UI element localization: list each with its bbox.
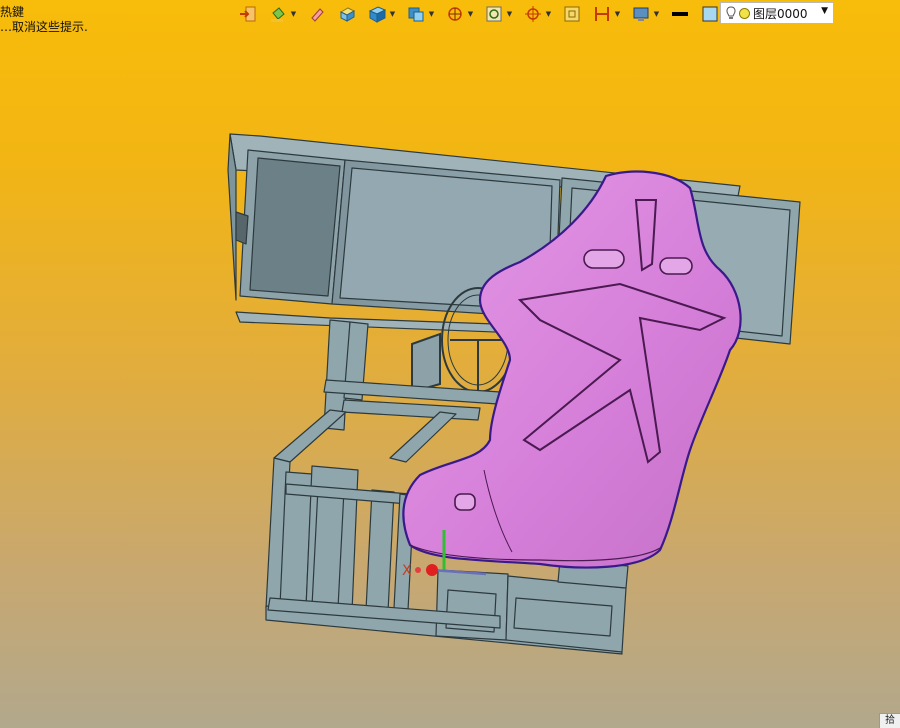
zoom-window-button[interactable] (562, 3, 582, 25)
measure-icon (595, 7, 609, 21)
lightbulb-icon (726, 6, 736, 19)
layer-name: 图层0000 (753, 6, 808, 21)
axis-label-x: X (402, 563, 412, 579)
import-button[interactable] (238, 3, 258, 25)
pan-target-icon (525, 6, 541, 22)
import-icon (240, 6, 256, 22)
hotkey-hint: 热鍵 …取消这些提示. (0, 5, 88, 35)
zoom-window-icon (564, 6, 580, 22)
view-toolbar: ▼ ▼ ▼ ▼ ▼ ▼ ▼ ▼ (238, 2, 759, 26)
zoom-fit-dropdown[interactable]: ▼ (506, 3, 513, 25)
fill-color-icon (702, 6, 718, 22)
chevron-down-icon[interactable]: ▼ (821, 6, 828, 16)
paint-bucket-icon (271, 7, 285, 22)
hint-line-1: 热鍵 (0, 5, 25, 19)
layer-selector[interactable]: 图层0000 ▼ (720, 2, 834, 24)
corner-tab[interactable]: 拾 (879, 713, 900, 728)
pan-target-button[interactable] (523, 3, 543, 25)
box-shaded-icon (339, 7, 356, 22)
display-mode-button[interactable] (631, 3, 651, 25)
cube-dropdown[interactable]: ▼ (389, 3, 396, 25)
rotate-view-dropdown[interactable]: ▼ (467, 3, 474, 25)
zoom-fit-button[interactable] (484, 3, 504, 25)
pan-target-dropdown[interactable]: ▼ (545, 3, 552, 25)
line-color-icon (672, 12, 688, 16)
eraser-button[interactable] (307, 3, 327, 25)
cube-icon (368, 6, 386, 23)
display-mode-dropdown[interactable]: ▼ (653, 3, 660, 25)
line-color-button[interactable] (670, 3, 690, 25)
paint-bucket-button[interactable] (268, 3, 288, 25)
cube-button[interactable] (367, 3, 387, 25)
measure-button[interactable] (592, 3, 612, 25)
3d-viewport[interactable]: X (0, 0, 900, 728)
rotate-view-icon (448, 7, 462, 21)
eraser-icon (311, 8, 324, 22)
display-mode-icon (633, 7, 649, 21)
view-cube-dropdown[interactable]: ▼ (428, 3, 435, 25)
rotate-view-button[interactable] (445, 3, 465, 25)
shaded-box-button[interactable] (337, 3, 357, 25)
paint-bucket-dropdown[interactable]: ▼ (290, 3, 297, 25)
fill-color-button[interactable] (700, 3, 720, 25)
layer-color-dot (739, 7, 750, 19)
zoom-fit-icon (486, 6, 502, 22)
measure-dropdown[interactable]: ▼ (614, 3, 621, 25)
hint-line-2: …取消这些提示. (0, 20, 88, 34)
view-cube-button[interactable] (406, 3, 426, 25)
view-cube-icon (408, 7, 424, 22)
